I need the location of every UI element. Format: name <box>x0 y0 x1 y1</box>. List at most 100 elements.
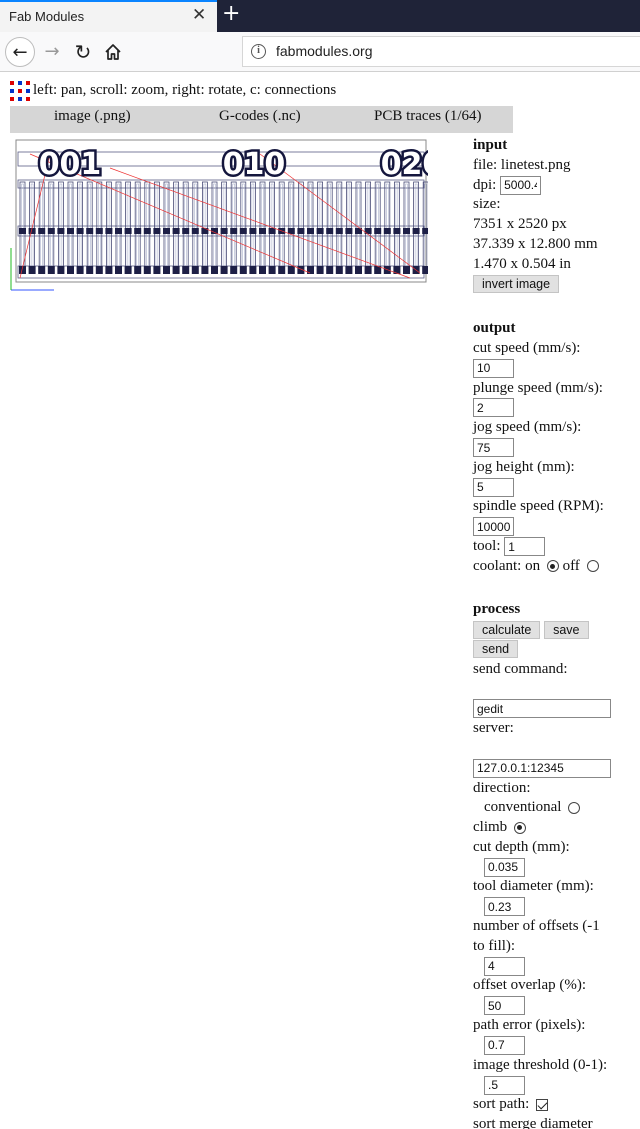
tool-diameter-input[interactable] <box>484 897 525 917</box>
control-panel: input file: linetest.png dpi: size: 7351… <box>473 136 633 1129</box>
cut-speed-label: cut speed (mm/s): <box>473 339 581 356</box>
toolpath-tooth <box>259 181 266 274</box>
toolpath-tooth <box>191 181 199 274</box>
home-icon[interactable] <box>98 37 128 67</box>
tab-title: Fab Modules <box>9 9 85 24</box>
coolant-on-radio[interactable] <box>546 560 559 573</box>
cut-speed-input[interactable] <box>473 358 514 378</box>
toolpath-tooth <box>230 181 238 274</box>
offsets-label-1: number of offsets (-1 <box>473 918 600 935</box>
toolpath-tooth <box>153 181 161 274</box>
dpi-input[interactable] <box>500 175 542 195</box>
dpi-label: dpi: <box>473 176 497 193</box>
invert-image-button[interactable]: invert image <box>473 275 560 294</box>
tool-label: tool: <box>473 537 501 554</box>
offset-overlap-label: offset overlap (%): <box>473 977 587 994</box>
size-label: size: <box>473 196 501 213</box>
path-error-input[interactable] <box>484 1035 525 1055</box>
toolpath-tooth <box>364 181 372 274</box>
close-tab-icon[interactable]: ✕ <box>192 5 206 25</box>
spindle-speed-label: spindle speed (RPM): <box>473 498 604 515</box>
toolpath-tooth <box>47 181 55 274</box>
instructions-text: left: pan, scroll: zoom, right: rotate, … <box>33 82 337 98</box>
plunge-speed-input[interactable] <box>473 398 514 418</box>
plunge-speed-label: plunge speed (mm/s): <box>473 379 603 396</box>
new-tab-icon[interactable]: + <box>222 1 240 26</box>
send-command-label: send command: <box>473 660 568 677</box>
toolpath-tooth <box>19 181 26 274</box>
server-label: server: <box>473 720 514 737</box>
toolpath-tooth <box>393 181 401 274</box>
sort-merge-label: sort merge diameter <box>473 1116 593 1129</box>
jog-speed-input[interactable] <box>473 438 514 458</box>
conventional-label: conventional <box>484 799 562 816</box>
climb-radio[interactable] <box>513 821 526 834</box>
size-mm: 37.339 x 12.800 mm <box>473 235 598 252</box>
toolpath-tooth <box>403 181 410 274</box>
toolpath-tooth <box>316 181 324 274</box>
menu-pcb-traces[interactable]: PCB traces (1/64) <box>374 108 481 125</box>
toolpath-tooth <box>57 181 65 274</box>
tab-bar: Fab Modules ✕ + <box>0 0 640 32</box>
jog-height-input[interactable] <box>473 477 514 497</box>
browser-tab[interactable]: Fab Modules ✕ <box>0 0 217 32</box>
save-button[interactable]: save <box>544 620 589 639</box>
file-label: file: linetest.png <box>473 156 571 173</box>
site-info-icon[interactable]: i <box>251 44 266 59</box>
toolpath-tooth <box>220 181 228 274</box>
size-px: 7351 x 2520 px <box>473 216 567 233</box>
forward-arrow-icon[interactable]: → <box>37 37 67 67</box>
direction-label: direction: <box>473 779 531 796</box>
menu-gcodes-nc[interactable]: G-codes (.nc) <box>219 108 301 125</box>
url-text[interactable]: fabmodules.org <box>276 43 373 59</box>
offset-overlap-input[interactable] <box>484 996 525 1016</box>
toolpath-tooth <box>172 181 180 274</box>
jog-height-label: jog height (mm): <box>473 458 575 475</box>
image-threshold-label: image threshold (0-1): <box>473 1056 608 1073</box>
address-bar[interactable]: i fabmodules.org <box>242 36 640 67</box>
coolant-off-radio[interactable] <box>586 560 599 573</box>
toolpath-tooth <box>143 181 151 274</box>
cut-depth-input[interactable] <box>484 857 525 877</box>
sort-path-checkbox[interactable] <box>536 1098 548 1111</box>
toolpath-tooth <box>335 181 343 274</box>
toolpath-tooth <box>86 181 94 274</box>
image-threshold-input[interactable] <box>484 1075 525 1095</box>
tool-input[interactable] <box>504 537 546 556</box>
toolpath-tooth <box>374 181 382 274</box>
toolpath-tooth <box>383 181 391 274</box>
toolpath-tooth <box>95 181 103 274</box>
toolpath-tooth <box>422 181 428 274</box>
toolpath-tooth <box>249 181 257 274</box>
offsets-input[interactable] <box>484 956 525 976</box>
menu-bar: image (.png) G-codes (.nc) PCB traces (1… <box>10 106 513 133</box>
jog-speed-label: jog speed (mm/s): <box>473 419 582 436</box>
toolpath-tooth <box>76 181 84 274</box>
reload-icon[interactable]: ↻ <box>68 37 98 67</box>
toolpath-tooth <box>307 181 314 274</box>
toolpath-tooth <box>412 181 420 274</box>
climb-label: climb <box>473 819 508 836</box>
navigation-bar: ← → ↻ i fabmodules.org <box>0 32 640 72</box>
spindle-speed-input[interactable] <box>473 517 514 537</box>
send-button[interactable]: send <box>473 640 519 659</box>
calculate-button[interactable]: calculate <box>473 620 541 639</box>
conventional-radio[interactable] <box>568 801 581 814</box>
viewer-number-label: 020 <box>381 147 428 182</box>
toolpath-tooth <box>163 181 170 274</box>
size-in: 1.470 x 0.504 in <box>473 255 571 272</box>
toolpath-tooth <box>287 181 295 274</box>
offsets-label-2: to fill): <box>473 937 516 954</box>
server-input[interactable] <box>473 758 611 778</box>
coolant-on-label: coolant: on <box>473 557 541 574</box>
toolpath-viewer[interactable]: 001 010 020 <box>10 138 428 293</box>
send-command-input[interactable] <box>473 699 611 719</box>
toolpath-tooth <box>67 181 74 274</box>
tool-diameter-label: tool diameter (mm): <box>473 878 594 895</box>
toolpath-tooth <box>115 181 122 274</box>
menu-image-png[interactable]: image (.png) <box>54 108 131 125</box>
path-error-label: path error (pixels): <box>473 1017 586 1034</box>
toolpath-tooth <box>105 181 113 274</box>
toolpath-tooth <box>297 181 305 274</box>
back-arrow-icon[interactable]: ← <box>5 37 35 67</box>
